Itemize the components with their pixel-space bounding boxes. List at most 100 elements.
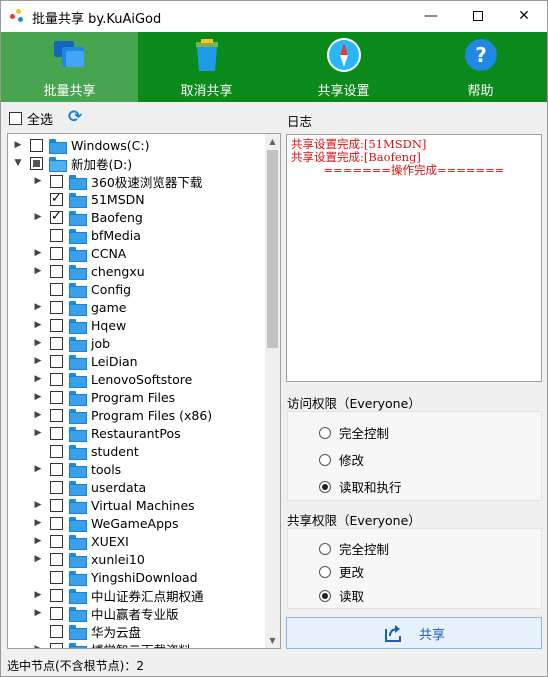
collapse-arrow-icon[interactable]: ▼ — [12, 158, 24, 168]
radio-button[interactable] — [319, 480, 331, 493]
expand-arrow-icon[interactable]: ▶ — [32, 644, 44, 648]
expand-arrow-icon[interactable]: ▶ — [32, 176, 44, 186]
expand-arrow-icon[interactable]: ▶ — [32, 212, 44, 222]
node-checkbox[interactable] — [50, 191, 63, 206]
expand-arrow-icon[interactable]: ▶ — [32, 410, 44, 420]
expand-arrow-icon[interactable]: ▶ — [32, 302, 44, 312]
node-checkbox[interactable] — [50, 174, 63, 188]
node-checkbox[interactable] — [50, 480, 63, 494]
tree-node[interactable]: 华为云盘 — [32, 622, 141, 640]
node-checkbox[interactable] — [50, 336, 63, 350]
share-button[interactable]: 共享 — [286, 617, 542, 649]
expand-arrow-icon[interactable]: ▶ — [32, 464, 44, 474]
expand-arrow-icon[interactable]: ▶ — [32, 608, 44, 618]
node-checkbox[interactable] — [50, 372, 63, 386]
node-checkbox[interactable] — [50, 354, 63, 368]
select-all[interactable]: 全选 — [9, 109, 53, 128]
tree-scrollbar[interactable]: ▲ ▼ — [265, 134, 280, 648]
node-checkbox[interactable] — [50, 624, 63, 638]
node-checkbox[interactable] — [50, 209, 63, 224]
access-option-read-exec[interactable]: 读取和执行 — [319, 477, 402, 496]
expand-arrow-icon[interactable]: ▶ — [32, 320, 44, 330]
expand-arrow-icon[interactable]: ▶ — [32, 338, 44, 348]
node-checkbox[interactable] — [50, 390, 63, 404]
node-checkbox[interactable] — [50, 444, 63, 458]
expand-arrow-icon[interactable]: ▶ — [32, 356, 44, 366]
node-checkbox[interactable] — [50, 264, 63, 278]
tree-node[interactable]: Config — [32, 280, 131, 298]
expand-arrow-icon[interactable]: ▶ — [32, 392, 44, 402]
share-option-read[interactable]: 读取 — [319, 586, 364, 605]
tree-node[interactable]: ▶ 中山证券汇点期权通 — [32, 586, 204, 604]
scroll-thumb[interactable] — [267, 150, 278, 348]
expand-arrow-icon[interactable]: ▶ — [32, 536, 44, 546]
share-option-change[interactable]: 更改 — [319, 562, 364, 581]
scroll-up-icon[interactable]: ▲ — [265, 134, 280, 149]
tree-node[interactable]: ▶ CCNA — [32, 244, 126, 262]
node-checkbox[interactable] — [50, 606, 63, 620]
expand-arrow-icon[interactable]: ▶ — [32, 500, 44, 510]
tree-node[interactable]: ▶ 360极速浏览器下载 — [32, 172, 202, 190]
tool-cancel-share[interactable]: 取消共享 — [138, 32, 275, 102]
radio-button[interactable] — [319, 453, 331, 466]
tree-node[interactable]: ▶ chengxu — [32, 262, 145, 280]
tree-node[interactable]: ▶ tools — [32, 460, 121, 478]
minimize-button[interactable]: — — [408, 1, 454, 31]
tree-node[interactable]: ▶ Program Files (x86) — [32, 406, 212, 424]
node-checkbox[interactable] — [50, 228, 63, 242]
expand-arrow-icon[interactable]: ▶ — [32, 554, 44, 564]
tree-node[interactable]: ▶ Baofeng — [32, 208, 143, 226]
select-all-checkbox[interactable] — [9, 112, 22, 125]
node-checkbox[interactable] — [50, 534, 63, 548]
folder-tree[interactable]: ▶ Windows(C:) ▼ 新加卷(D:) ▶ 360极速浏览器下载51MSDN ▶ Ba… — [7, 133, 281, 649]
node-checkbox[interactable] — [30, 156, 43, 170]
tree-node[interactable]: ▶ 中山赢者专业版 — [32, 604, 179, 622]
access-option-full[interactable]: 完全控制 — [319, 423, 389, 442]
node-checkbox[interactable] — [50, 498, 63, 512]
tool-share-settings[interactable]: 共享设置 — [275, 32, 412, 102]
radio-button[interactable] — [319, 565, 331, 578]
radio-button[interactable] — [319, 589, 331, 602]
tree-node[interactable]: ▶ LenovoSoftstore — [32, 370, 192, 388]
scroll-down-icon[interactable]: ▼ — [265, 633, 280, 648]
share-option-full[interactable]: 完全控制 — [319, 539, 389, 558]
tree-node[interactable]: userdata — [32, 478, 146, 496]
tree-node[interactable]: ▶ LeiDian — [32, 352, 138, 370]
node-checkbox[interactable] — [50, 552, 63, 566]
tree-node[interactable]: ▶ XUEXI — [32, 532, 129, 550]
expand-arrow-icon[interactable]: ▶ — [32, 266, 44, 276]
tree-node[interactable]: ▶ Virtual Machines — [32, 496, 195, 514]
tree-node[interactable]: ▼ 新加卷(D:) — [12, 154, 132, 172]
tree-node[interactable]: ▶ RestaurantPos — [32, 424, 181, 442]
node-checkbox[interactable] — [50, 300, 63, 314]
tree-node[interactable]: ▶ Windows(C:) — [12, 136, 150, 154]
tree-node[interactable]: student — [32, 442, 139, 460]
tree-node[interactable]: 51MSDN — [32, 190, 145, 208]
maximize-button[interactable] — [455, 1, 501, 31]
tree-node[interactable]: ▶ xunlei10 — [32, 550, 145, 568]
node-checkbox[interactable] — [50, 462, 63, 476]
node-checkbox[interactable] — [50, 408, 63, 422]
tree-node[interactable]: ▶ 博学智云下载资料 — [32, 640, 191, 648]
node-checkbox[interactable] — [50, 282, 63, 296]
tree-node[interactable]: ▶ Hqew — [32, 316, 126, 334]
expand-arrow-icon[interactable]: ▶ — [32, 248, 44, 258]
radio-button[interactable] — [319, 542, 331, 555]
access-option-modify[interactable]: 修改 — [319, 450, 364, 469]
node-checkbox[interactable] — [50, 516, 63, 530]
expand-arrow-icon[interactable]: ▶ — [32, 518, 44, 528]
tool-help[interactable]: ? 帮助 — [412, 32, 548, 102]
expand-arrow-icon[interactable]: ▶ — [32, 374, 44, 384]
node-checkbox[interactable] — [50, 642, 63, 648]
radio-button[interactable] — [319, 426, 331, 439]
tree-node[interactable]: ▶ Program Files — [32, 388, 175, 406]
node-checkbox[interactable] — [50, 246, 63, 260]
expand-arrow-icon[interactable]: ▶ — [32, 590, 44, 600]
refresh-icon[interactable]: ⟳ — [68, 107, 82, 127]
tree-node[interactable]: ▶ WeGameApps — [32, 514, 178, 532]
node-checkbox[interactable] — [50, 570, 63, 584]
close-button[interactable]: ✕ — [501, 1, 547, 31]
node-checkbox[interactable] — [50, 426, 63, 440]
node-checkbox[interactable] — [50, 318, 63, 332]
expand-arrow-icon[interactable]: ▶ — [32, 428, 44, 438]
